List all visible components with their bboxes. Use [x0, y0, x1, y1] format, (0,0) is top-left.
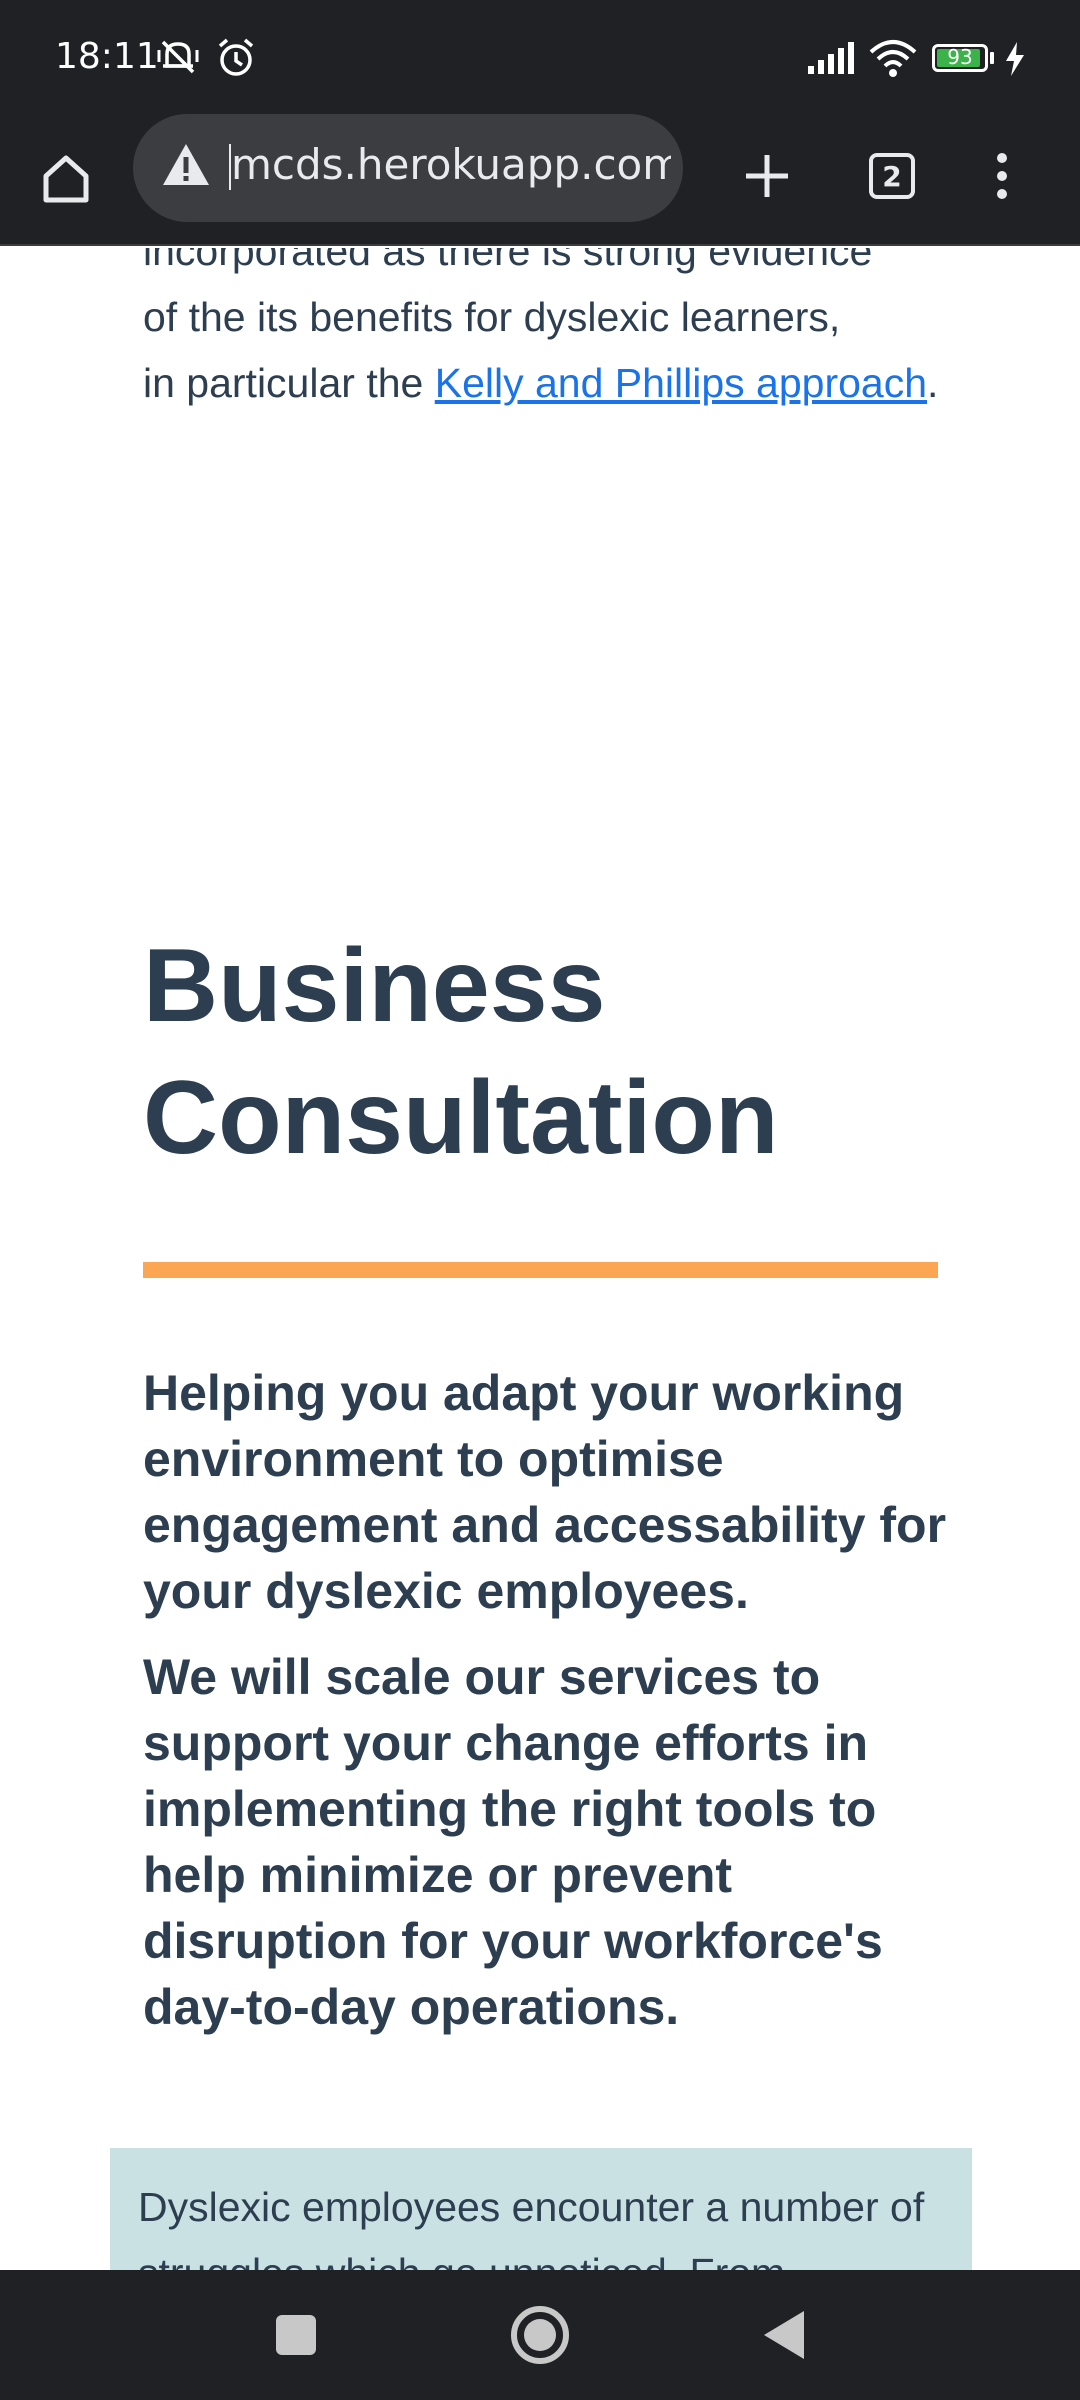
browser-toolbar: mcds.herokuapp.com 2	[0, 114, 1080, 246]
lead-paragraph-1: Helping you adapt your working environme…	[143, 1365, 947, 1619]
battery-nub	[990, 52, 994, 64]
url-text[interactable]: mcds.herokuapp.com	[231, 140, 671, 189]
battery-percent: 93	[947, 45, 973, 69]
tab-switcher-button[interactable]: 2	[852, 136, 932, 216]
recents-button[interactable]	[256, 2300, 336, 2370]
status-bar: 18:11 93	[0, 0, 1080, 118]
status-time: 18:11	[55, 36, 159, 77]
alarm-icon	[214, 36, 258, 85]
more-menu-icon	[997, 153, 1007, 199]
tab-switcher-icon: 2	[869, 153, 915, 199]
system-nav-bar	[0, 2270, 1080, 2400]
warning-icon[interactable]	[161, 142, 211, 193]
intro-suffix: .	[927, 360, 939, 406]
intro-line-2: of the its benefits for dyslexic learner…	[143, 294, 841, 340]
lead-paragraph-2: We will scale our services to support yo…	[143, 1649, 883, 2035]
intro-line-3: in particular the	[143, 360, 435, 406]
home-circle-icon	[511, 2306, 569, 2364]
notifications-muted-icon	[155, 36, 201, 81]
home-icon	[43, 155, 89, 203]
kelly-phillips-link[interactable]: Kelly and Phillips approach	[435, 360, 927, 406]
intro-line-1: incorporated as there is strong evidence	[143, 248, 873, 274]
title-divider	[143, 1262, 938, 1278]
intro-paragraph: incorporated as there is strong evidence…	[143, 248, 963, 416]
recents-icon	[276, 2315, 316, 2355]
address-bar[interactable]: mcds.herokuapp.com	[133, 114, 683, 222]
page-content: incorporated as there is strong evidence…	[0, 248, 1080, 2270]
back-button[interactable]	[744, 2300, 824, 2370]
new-tab-icon	[746, 155, 788, 197]
home-nav-button[interactable]	[500, 2300, 580, 2370]
back-icon	[764, 2311, 804, 2359]
callout-box: Dyslexic employees encounter a number of…	[110, 2148, 972, 2270]
battery-icon: 93	[932, 44, 988, 72]
charging-icon	[1004, 42, 1026, 81]
new-tab-button[interactable]	[727, 136, 807, 216]
signal-icon	[806, 40, 860, 81]
more-menu-button[interactable]	[962, 136, 1042, 216]
wifi-icon	[868, 38, 918, 83]
callout-text: Dyslexic employees encounter a number of…	[138, 2184, 925, 2270]
home-button[interactable]	[28, 140, 104, 216]
section-title: Business Consultation	[143, 928, 779, 1176]
